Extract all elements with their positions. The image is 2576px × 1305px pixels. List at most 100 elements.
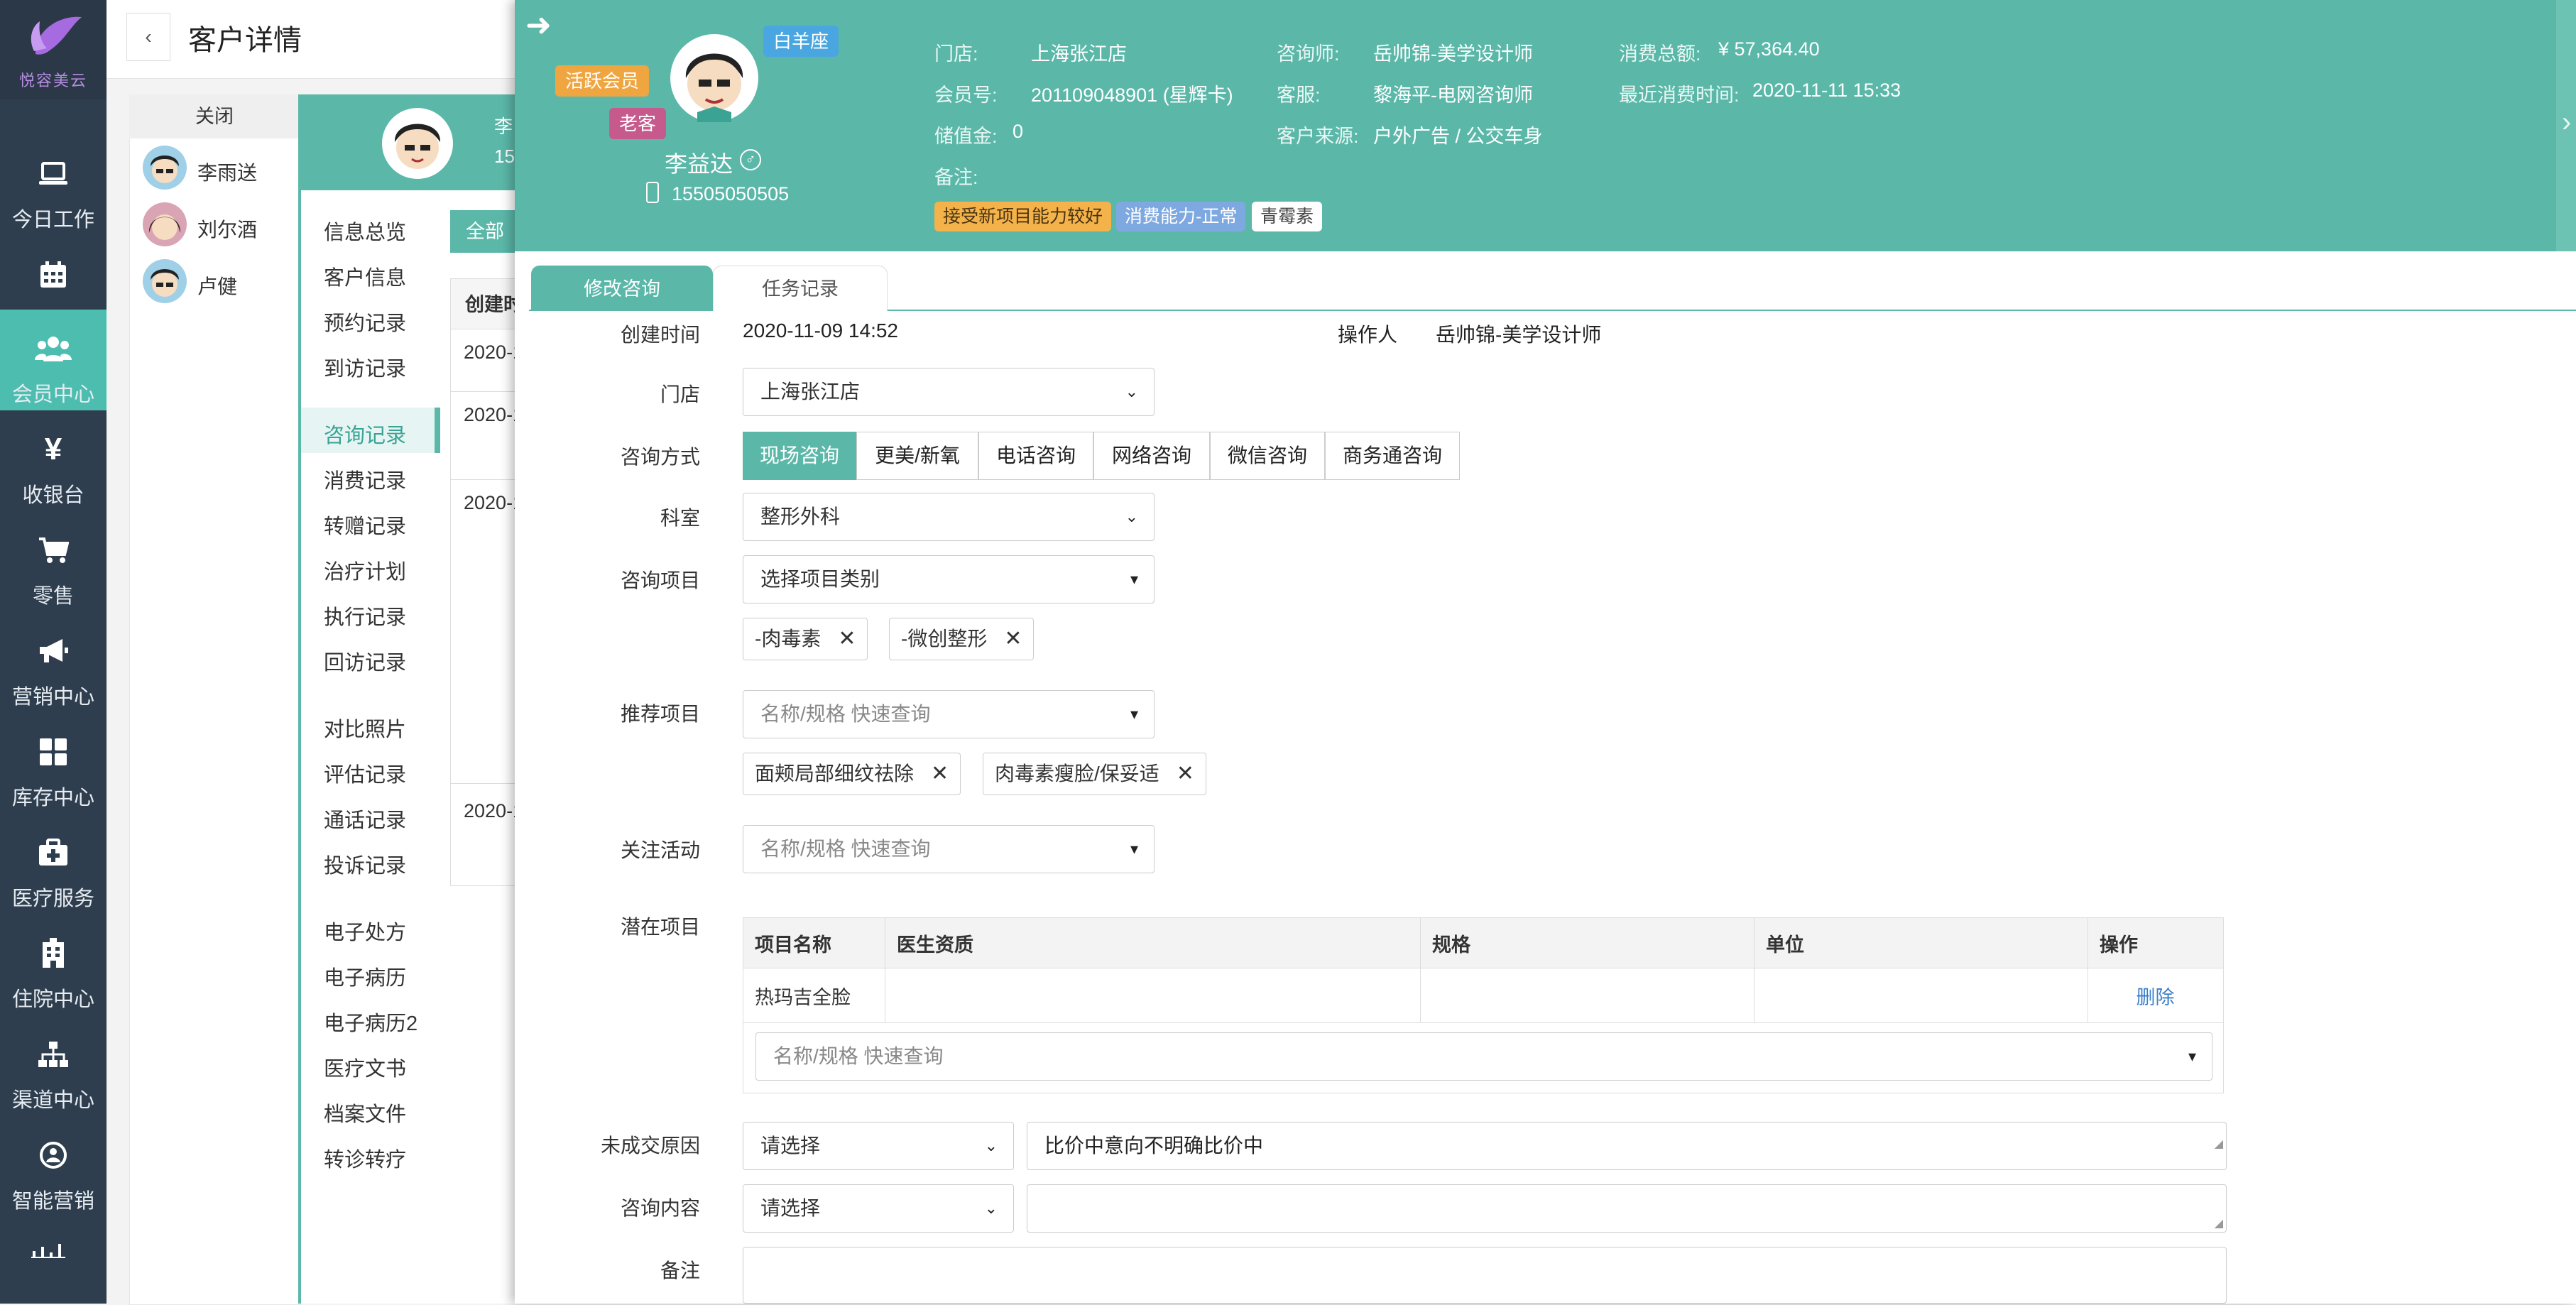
- activity-placeholder: 名称/规格 快速查询: [760, 838, 931, 860]
- nav-label: 住院中心: [11, 988, 94, 1011]
- close-icon[interactable]: ✕: [1004, 618, 1022, 660]
- doctor-cell[interactable]: [885, 968, 1421, 1023]
- customer-list-item[interactable]: 刘尔酒: [142, 202, 284, 251]
- submenu-item[interactable]: 档案文件: [324, 1098, 406, 1127]
- submenu-item[interactable]: 执行记录: [324, 601, 406, 630]
- submenu-item[interactable]: 预约记录: [324, 307, 406, 337]
- customer-list-item[interactable]: 卢健: [142, 258, 284, 308]
- submenu-item[interactable]: 评估记录: [324, 758, 406, 788]
- recommend-item-chip: 肉毒素瘦脸/保妥适 ✕: [983, 753, 1206, 795]
- sitemap-icon: [0, 1037, 107, 1072]
- consult-item-chip: -微创整形 ✕: [889, 618, 1035, 660]
- resize-handle-icon[interactable]: ◢: [2215, 1121, 2223, 1168]
- nav-retail[interactable]: 零售: [0, 511, 107, 612]
- nav-smart-marketing[interactable]: 智能营销: [0, 1116, 107, 1217]
- tag-zodiac: 白羊座: [763, 26, 839, 57]
- close-icon[interactable]: ✕: [931, 753, 949, 795]
- submenu-item[interactable]: 投诉记录: [324, 849, 406, 879]
- customer-list-item[interactable]: 李雨送: [142, 145, 284, 195]
- submenu-item[interactable]: 电子处方: [324, 916, 406, 946]
- spec-cell[interactable]: [1420, 968, 1754, 1023]
- info-label: 会员号:: [934, 84, 998, 106]
- submenu-active-indicator: [435, 408, 440, 453]
- nav-label: 营销中心: [11, 686, 94, 709]
- content-textarea[interactable]: ◢: [1027, 1184, 2227, 1233]
- submenu-item[interactable]: 客户信息: [324, 261, 406, 291]
- method-option-web[interactable]: 网络咨询: [1093, 432, 1210, 480]
- caret-down-icon: ▾: [1130, 840, 1138, 858]
- tab-task-records[interactable]: 任务记录: [713, 266, 888, 311]
- nav-medical[interactable]: 医疗服务: [0, 814, 107, 914]
- unit-cell[interactable]: [1754, 968, 2088, 1023]
- back-button[interactable]: ‹: [126, 13, 170, 61]
- consult-item-select[interactable]: 选择项目类别 ▾: [743, 555, 1155, 604]
- submenu-item[interactable]: 转赠记录: [324, 510, 406, 540]
- method-option-gengmei[interactable]: 更美/新氧: [856, 432, 978, 480]
- resize-handle-icon[interactable]: ◢: [2215, 1216, 2223, 1230]
- nav-inventory[interactable]: 库存中心: [0, 713, 107, 814]
- reason-select[interactable]: 请选择 ⌄: [743, 1122, 1014, 1170]
- submenu-item[interactable]: 对比照片: [324, 713, 406, 743]
- activity-search[interactable]: 名称/规格 快速查询 ▾: [743, 825, 1155, 873]
- potential-items-table: 项目名称 医生资质 规格 单位 操作 热玛吉全脸 删除: [743, 917, 2224, 1023]
- nav-label: 智能营销: [11, 1190, 94, 1213]
- submenu-item[interactable]: 回访记录: [324, 646, 406, 676]
- customer-name: 李益达: [665, 151, 733, 177]
- method-option-swt[interactable]: 商务通咨询: [1325, 432, 1460, 480]
- table-cell[interactable]: 2020-1: [450, 329, 518, 392]
- close-icon[interactable]: ✕: [838, 618, 856, 660]
- submenu-item-active[interactable]: 咨询记录: [324, 419, 406, 449]
- recommend-item-search[interactable]: 名称/规格 快速查询 ▾: [743, 690, 1155, 738]
- store-select[interactable]: 上海张江店 ⌄: [743, 368, 1155, 416]
- chevron-down-icon: ⌄: [1125, 508, 1138, 525]
- department-select[interactable]: 整形外科 ⌄: [743, 493, 1155, 541]
- content-select[interactable]: 请选择 ⌄: [743, 1184, 1014, 1233]
- method-option-onsite[interactable]: 现场咨询: [743, 432, 856, 480]
- submenu-item[interactable]: 治疗计划: [324, 555, 406, 585]
- nav-cashier[interactable]: ¥ 收银台: [0, 410, 107, 511]
- submenu-item[interactable]: 通话记录: [324, 804, 406, 834]
- submenu-item[interactable]: 电子病历: [324, 961, 406, 991]
- table-cell[interactable]: 2020-1: [450, 784, 518, 886]
- column-header: 医生资质: [885, 917, 1421, 968]
- info-total: ¥ 57,364.40: [1718, 38, 1820, 60]
- delete-link[interactable]: 删除: [2087, 968, 2224, 1023]
- nav-channel[interactable]: 渠道中心: [0, 1015, 107, 1116]
- recommend-placeholder: 名称/规格 快速查询: [760, 703, 931, 725]
- table-cell[interactable]: 2020-1: [450, 480, 518, 784]
- submenu-item[interactable]: 到访记录: [324, 352, 406, 382]
- reason-textarea[interactable]: 比价中意向不明确比价中 ◢: [1027, 1122, 2227, 1170]
- submenu-item[interactable]: 电子病历2: [324, 1007, 417, 1037]
- potential-item-search[interactable]: 名称/规格 快速查询 ▾: [755, 1032, 2212, 1081]
- submenu-item[interactable]: 医疗文书: [324, 1052, 406, 1082]
- interest-tag: 接受新项目能力较好: [934, 202, 1112, 231]
- arrow-right-icon[interactable]: ➜: [525, 7, 552, 43]
- chevron-right-icon[interactable]: ›: [2562, 107, 2571, 138]
- nav-marketing[interactable]: 营销中心: [0, 612, 107, 713]
- nav-today-work[interactable]: 今日工作: [0, 135, 107, 236]
- method-option-phone[interactable]: 电话咨询: [978, 432, 1093, 480]
- method-option-wechat[interactable]: 微信咨询: [1210, 432, 1325, 480]
- remark-textarea[interactable]: [743, 1247, 2227, 1304]
- submenu-item[interactable]: 转诊转疗: [324, 1143, 406, 1173]
- close-icon[interactable]: ✕: [1177, 753, 1194, 795]
- reason-text: 比价中意向不明确比价中: [1044, 1135, 1264, 1157]
- close-list-button[interactable]: 关闭: [129, 94, 300, 138]
- chart-bars-icon[interactable]: [31, 1241, 65, 1262]
- filter-tab-all[interactable]: 全部: [450, 210, 518, 253]
- users-icon: [0, 331, 107, 366]
- app-logo[interactable]: 悦容美云: [0, 0, 107, 99]
- nav-inpatient[interactable]: 住院中心: [0, 914, 107, 1015]
- field-label: 操作人: [1338, 324, 1398, 346]
- logo-icon: [31, 16, 82, 55]
- submenu-item[interactable]: 信息总览: [324, 216, 406, 246]
- building-icon: [0, 936, 107, 971]
- chip-label: 肉毒素瘦脸/保妥适: [995, 763, 1159, 785]
- field-label: 未成交原因: [600, 1135, 700, 1157]
- table-cell[interactable]: 2020-1: [450, 392, 518, 480]
- nav-label: 今日工作: [11, 209, 94, 231]
- submenu-item[interactable]: 消费记录: [324, 464, 406, 494]
- tab-edit-consult[interactable]: 修改咨询: [531, 266, 713, 311]
- nav-member-center[interactable]: 会员中心: [0, 310, 107, 410]
- created-time-value: 2020-11-09 14:52: [743, 320, 898, 342]
